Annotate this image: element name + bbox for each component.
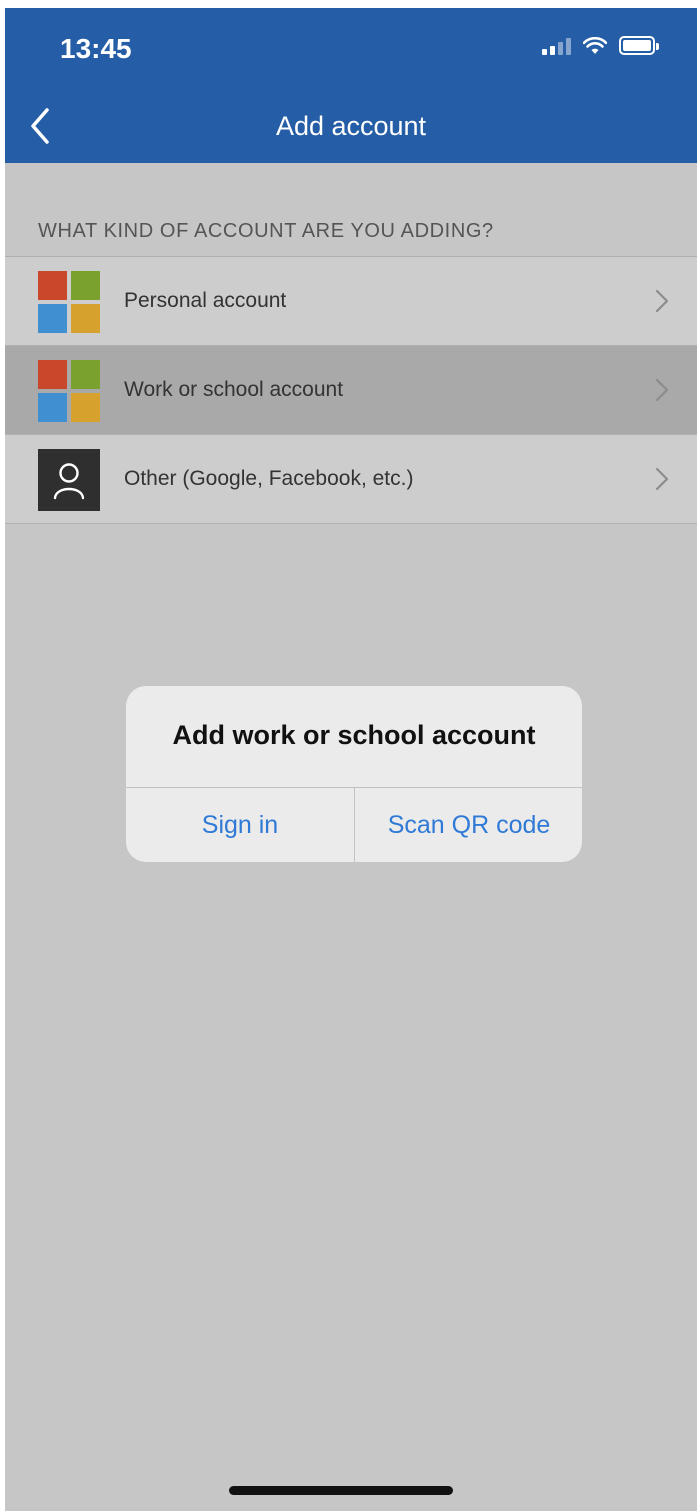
battery-icon: [619, 36, 659, 55]
scan-qr-code-button[interactable]: Scan QR code: [355, 788, 582, 862]
status-icons: [542, 36, 659, 55]
section-header: WHAT KIND OF ACCOUNT ARE YOU ADDING?: [38, 220, 494, 242]
app-screen: 13:45 Add account WHAT KIND OF ACCOUNT A…: [5, 8, 697, 1511]
alert-title: Add work or school account: [172, 720, 536, 750]
top-bar: 13:45 Add account: [5, 8, 697, 163]
work-school-account-row[interactable]: Work or school account: [5, 346, 697, 435]
chevron-right-icon: [655, 467, 669, 491]
home-indicator[interactable]: [229, 1486, 453, 1495]
wifi-icon: [583, 36, 607, 54]
row-label: Personal account: [124, 289, 287, 312]
person-icon: [38, 449, 100, 511]
page-title: Add account: [275, 111, 427, 141]
add-work-account-alert: Add work or school account Sign in Scan …: [126, 686, 582, 862]
microsoft-logo-icon: [38, 360, 100, 422]
row-label: Work or school account: [124, 378, 344, 401]
sign-in-button[interactable]: Sign in: [126, 788, 354, 862]
signal-icon: [542, 37, 571, 55]
personal-account-row[interactable]: Personal account: [5, 257, 697, 346]
row-label: Other (Google, Facebook, etc.): [124, 467, 414, 490]
microsoft-logo-icon: [38, 271, 100, 333]
chevron-right-icon: [655, 289, 669, 313]
status-time: 13:45: [60, 33, 132, 64]
chevron-right-icon: [655, 378, 669, 402]
account-type-list: Personal account Work or school account: [5, 256, 697, 524]
other-account-row[interactable]: Other (Google, Facebook, etc.): [5, 435, 697, 524]
